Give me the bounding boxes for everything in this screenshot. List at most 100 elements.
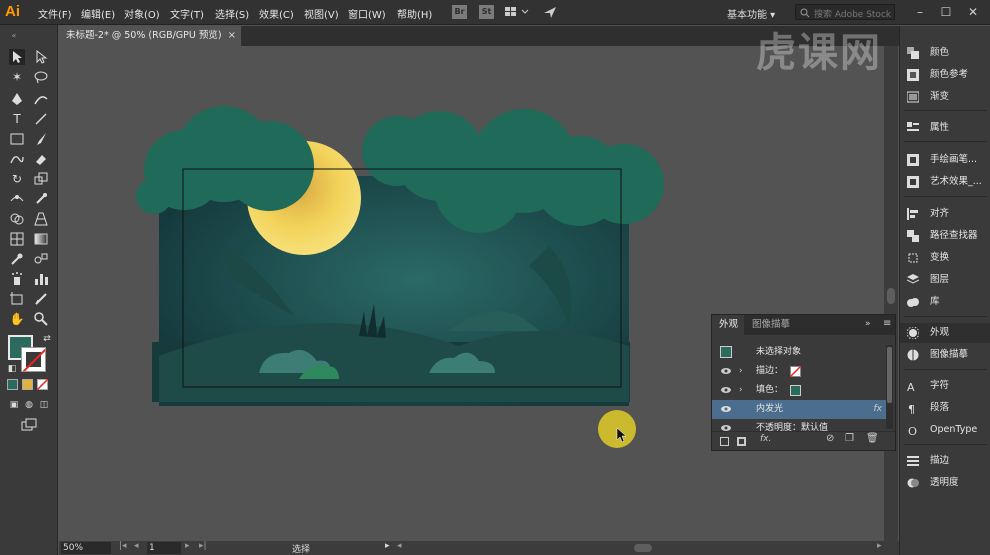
dock-item-appearance[interactable]: 外观 — [900, 323, 990, 343]
visibility-eye-icon[interactable] — [721, 424, 731, 431]
direct-selection-tool-icon[interactable] — [33, 49, 49, 65]
dock-item-transparency[interactable]: 透明度 — [900, 473, 990, 493]
duplicate-item-icon[interactable]: ❐ — [845, 433, 854, 444]
artboard-canvas[interactable] — [59, 46, 884, 541]
perspective-grid-tool-icon[interactable] — [33, 211, 49, 227]
mesh-tool-icon[interactable] — [9, 231, 25, 247]
zoom-tool-icon[interactable] — [33, 311, 49, 327]
draw-normal-icon[interactable]: ▣ — [6, 397, 22, 413]
fill-color-chip[interactable] — [790, 385, 801, 396]
panel-menu-icon[interactable]: ≡ — [883, 318, 891, 329]
add-stroke-icon[interactable] — [720, 437, 729, 446]
dock-item-pathfinder[interactable]: 路径查找器 — [900, 226, 990, 246]
vertical-scroll-thumb[interactable] — [887, 288, 895, 304]
none-mode-swatch[interactable] — [37, 379, 48, 390]
type-tool-icon[interactable]: T — [9, 111, 25, 127]
add-effect-icon[interactable]: fx. — [760, 434, 771, 444]
horizontal-scroll-thumb[interactable] — [634, 544, 652, 552]
minimize-button[interactable]: – — [909, 3, 931, 21]
scale-tool-icon[interactable] — [33, 171, 49, 187]
scroll-left-icon[interactable]: ◂ — [397, 541, 402, 551]
rectangle-tool-icon[interactable] — [9, 131, 25, 147]
panel-scroll-thumb[interactable] — [887, 347, 892, 403]
hand-tool-icon[interactable]: ✋ — [9, 311, 25, 327]
previous-artboard-icon[interactable]: ◂ — [134, 541, 139, 551]
dock-item-character[interactable]: A 字符 — [900, 376, 990, 396]
appearance-row-inner-glow[interactable]: 内发光 fx — [712, 400, 886, 419]
bridge-button[interactable]: Br — [452, 5, 467, 19]
chevron-down-icon[interactable] — [520, 5, 536, 21]
slice-tool-icon[interactable] — [33, 291, 49, 307]
default-colors-icon[interactable]: ◧ — [4, 361, 20, 377]
scroll-right-icon[interactable]: ▸ — [877, 541, 882, 551]
column-graph-tool-icon[interactable] — [33, 271, 49, 287]
visibility-eye-icon[interactable] — [721, 405, 731, 413]
dock-item-image-trace[interactable]: 图像描摹 — [900, 345, 990, 365]
dock-item-layers[interactable]: 图层 — [900, 270, 990, 290]
menu-object[interactable]: 对象(O) — [124, 6, 160, 21]
lasso-tool-icon[interactable] — [33, 69, 49, 85]
artboard-number-field[interactable]: 1 — [147, 542, 181, 554]
stroke-none-swatch[interactable] — [790, 366, 801, 377]
menu-view[interactable]: 视图(V) — [304, 6, 339, 21]
dock-item-color[interactable]: 颜色 — [900, 43, 990, 63]
menu-effect[interactable]: 效果(C) — [259, 6, 294, 21]
color-mode-swatch[interactable] — [7, 379, 18, 390]
dock-item-properties[interactable]: 属性 — [900, 118, 990, 138]
gpu-performance-icon[interactable] — [542, 4, 558, 20]
menu-type[interactable]: 文字(T) — [170, 6, 204, 21]
dock-item-libraries[interactable]: 库 — [900, 292, 990, 312]
dock-item-paragraph[interactable]: ¶ 段落 — [900, 398, 990, 418]
workspace-switcher[interactable]: 基本功能 ▾ — [727, 6, 775, 21]
shape-builder-tool-icon[interactable] — [9, 211, 25, 227]
width-tool-icon[interactable] — [9, 191, 25, 207]
screen-mode-icon[interactable] — [21, 418, 37, 434]
next-artboard-icon[interactable]: ▸ — [185, 541, 190, 551]
close-button[interactable]: ✕ — [962, 3, 984, 21]
dock-item-art-effect[interactable]: 艺术效果_... — [900, 172, 990, 192]
menu-edit[interactable]: 编辑(E) — [81, 6, 115, 21]
document-tab[interactable]: 未标题-2* @ 50% (RGB/GPU 预览) × — [59, 26, 241, 46]
dock-item-brush-library[interactable]: 手绘画笔... — [900, 150, 990, 170]
panel-scrollbar[interactable] — [886, 345, 893, 429]
shaper-tool-icon[interactable] — [9, 151, 25, 167]
stock-button[interactable]: St — [479, 5, 494, 19]
eraser-tool-icon[interactable] — [33, 151, 49, 167]
appearance-row-fill[interactable]: › 填色： — [712, 381, 886, 400]
eyedropper-tool-icon[interactable] — [9, 251, 25, 267]
visibility-eye-icon[interactable] — [721, 367, 731, 375]
draw-inside-icon[interactable]: ◫ — [36, 397, 52, 413]
fx-icon[interactable]: fx — [874, 400, 883, 419]
menu-window[interactable]: 窗口(W) — [348, 6, 386, 21]
draw-behind-icon[interactable]: ◍ — [21, 397, 37, 413]
visibility-eye-icon[interactable] — [721, 386, 731, 394]
magic-wand-tool-icon[interactable]: ✶ — [9, 69, 25, 85]
expand-arrow-icon[interactable]: › — [739, 362, 743, 381]
stroke-color-swatch[interactable] — [21, 347, 46, 372]
add-fill-icon[interactable] — [737, 437, 746, 446]
symbol-sprayer-tool-icon[interactable] — [9, 271, 25, 287]
vertical-scrollbar[interactable] — [884, 46, 898, 541]
dock-item-stroke[interactable]: 描边 — [900, 451, 990, 471]
maximize-button[interactable]: ☐ — [935, 3, 957, 21]
appearance-row-opacity[interactable]: 不透明度：默认值 — [712, 419, 886, 431]
status-menu-icon[interactable]: ▸ — [385, 541, 390, 551]
expand-arrow-icon[interactable]: › — [739, 381, 743, 400]
close-tab-icon[interactable]: × — [228, 26, 236, 46]
curvature-tool-icon[interactable] — [33, 91, 49, 107]
clear-appearance-icon[interactable]: ⊘ — [826, 433, 834, 444]
dock-item-transform[interactable]: 变换 — [900, 248, 990, 268]
gradient-tool-icon[interactable] — [33, 231, 49, 247]
selection-tool-icon[interactable] — [9, 49, 25, 65]
swap-fill-stroke-icon[interactable]: ⇄ — [39, 331, 55, 347]
artboard-tool-icon[interactable] — [9, 291, 25, 307]
delete-item-icon[interactable]: 🗑 — [866, 433, 879, 444]
dock-item-opentype[interactable]: O OpenType — [900, 420, 990, 440]
collapse-icon[interactable]: « — [6, 28, 22, 44]
dock-item-color-guide[interactable]: 颜色参考 — [900, 65, 990, 85]
dock-item-align[interactable]: 对齐 — [900, 204, 990, 224]
last-artboard-icon[interactable]: ▸| — [199, 541, 207, 551]
collapse-panel-icon[interactable]: » — [865, 319, 871, 329]
tab-appearance[interactable]: 外观 — [712, 315, 744, 335]
dock-item-gradient[interactable]: 渐变 — [900, 87, 990, 107]
